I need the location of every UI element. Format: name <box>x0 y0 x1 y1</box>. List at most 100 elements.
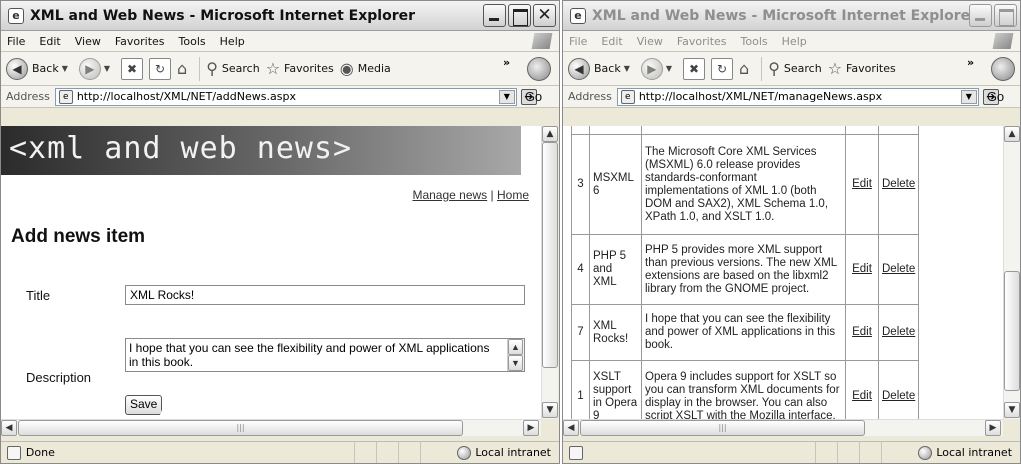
toolbar-extra-icon[interactable] <box>527 57 551 81</box>
scroll-right-icon[interactable]: ▶ <box>523 420 539 436</box>
textarea-scrollbar[interactable]: ▲ ▼ <box>507 339 524 371</box>
maximize-button[interactable] <box>994 4 1017 27</box>
menu-file[interactable]: File <box>7 35 25 48</box>
table-row: 3 MSXML 6 The Microsoft Core XML Service… <box>571 134 920 235</box>
toolbar-extra-icon[interactable] <box>991 57 1015 81</box>
forward-button[interactable]: ▶ ▼ <box>78 57 115 80</box>
scroll-thumb[interactable] <box>1004 271 1020 391</box>
description-label: Description <box>26 370 92 385</box>
edit-link[interactable]: Edit <box>852 326 872 338</box>
page-icon <box>569 445 583 460</box>
menu-favorites[interactable]: Favorites <box>677 35 727 48</box>
favorites-button[interactable]: ☆ Favorites <box>828 58 896 80</box>
scroll-down-icon[interactable]: ▼ <box>508 355 523 371</box>
scroll-down-icon[interactable]: ▼ <box>542 402 558 418</box>
media-button[interactable]: ◉ Media <box>340 58 391 80</box>
menu-view[interactable]: View <box>75 35 101 48</box>
delete-link[interactable]: Delete <box>882 263 915 275</box>
refresh-icon[interactable]: ↻ <box>149 57 172 80</box>
forward-arrow-icon: ▶ <box>640 57 663 80</box>
site-banner: <xml and web news> <box>1 126 521 175</box>
edit-link[interactable]: Edit <box>852 178 872 190</box>
chevron-down-icon[interactable]: ▼ <box>498 89 515 104</box>
toolbar-overflow-chevron[interactable]: » <box>967 56 974 69</box>
security-zone: Local intranet <box>419 442 559 463</box>
stop-icon[interactable]: ✖ <box>121 57 144 80</box>
menu-view[interactable]: View <box>637 35 663 48</box>
table-row: 4 PHP 5 and XML PHP 5 provides more XML … <box>571 234 920 305</box>
search-button[interactable]: ⚲ Search <box>768 58 822 80</box>
title-bar: e XML and Web News - Microsoft Internet … <box>1 1 559 31</box>
h-scroll-thumb[interactable]: ||| <box>580 420 865 436</box>
edit-link[interactable]: Edit <box>852 263 872 275</box>
address-input[interactable]: e http://localhost/XML/NET/manageNews.as… <box>616 87 979 106</box>
scroll-down-icon[interactable]: ▼ <box>1004 402 1020 418</box>
forward-button[interactable]: ▶ ▼ <box>640 57 677 80</box>
h-scroll-thumb[interactable]: ||| <box>18 420 463 436</box>
menu-edit[interactable]: Edit <box>601 35 622 48</box>
star-icon: ☆ <box>827 58 843 78</box>
minimize-button[interactable] <box>969 4 992 27</box>
stop-icon[interactable]: ✖ <box>683 57 706 80</box>
menu-tools[interactable]: Tools <box>179 35 206 48</box>
home-icon[interactable]: ⌂ <box>177 58 187 80</box>
delete-link[interactable]: Delete <box>882 178 915 190</box>
address-input[interactable]: e http://localhost/XML/NET/addNews.aspx … <box>54 87 517 106</box>
mouse-pointer-icon <box>158 402 172 419</box>
delete-link[interactable]: Delete <box>882 326 915 338</box>
home-icon[interactable]: ⌂ <box>739 58 749 80</box>
menu-bar: File Edit View Favorites Tools Help <box>1 31 559 52</box>
scroll-up-icon[interactable]: ▲ <box>542 126 558 142</box>
menu-favorites[interactable]: Favorites <box>115 35 165 48</box>
chevron-down-icon[interactable]: ▼ <box>104 64 110 73</box>
vertical-scrollbar[interactable]: ▲ ▼ <box>541 126 558 419</box>
page-icon: e <box>620 89 635 104</box>
top-nav: Manage news | Home <box>412 188 529 202</box>
scroll-up-icon[interactable]: ▲ <box>508 339 523 355</box>
toolbar: ◀ Back ▼ ▶ ▼ ✖ ↻ ⌂ ⚲ Search ☆ Favorites … <box>563 52 1020 86</box>
scroll-right-icon[interactable]: ▶ <box>985 420 1001 436</box>
horizontal-scrollbar[interactable]: ◀ ||| ▶ <box>563 419 1003 436</box>
chevron-down-icon[interactable]: ▼ <box>960 89 977 104</box>
scroll-left-icon[interactable]: ◀ <box>1 420 17 436</box>
chevron-down-icon[interactable]: ▼ <box>624 64 630 73</box>
scroll-up-icon[interactable]: ▲ <box>1004 126 1020 142</box>
chevron-down-icon[interactable]: ▼ <box>666 64 672 73</box>
status-bar: Done Local intranet <box>1 441 559 463</box>
title-bar: e XML and Web News - Microsoft Internet … <box>563 1 1020 31</box>
minimize-button[interactable] <box>483 4 506 27</box>
page-heading: Add news item <box>11 226 146 247</box>
edit-link[interactable]: Edit <box>852 390 872 402</box>
forward-arrow-icon: ▶ <box>78 57 101 80</box>
menu-edit[interactable]: Edit <box>39 35 60 48</box>
delete-link[interactable]: Delete <box>882 390 915 402</box>
horizontal-scrollbar[interactable]: ◀ ||| ▶ <box>1 419 541 436</box>
ie-logo-icon: e <box>8 8 24 24</box>
description-textarea[interactable]: I hope that you can see the flexibility … <box>125 338 525 372</box>
title-input[interactable]: XML Rocks! <box>125 285 525 305</box>
scroll-thumb[interactable] <box>542 142 558 368</box>
close-button[interactable]: ✕ <box>533 4 556 27</box>
chevron-down-icon[interactable]: ▼ <box>62 64 68 73</box>
page-viewport: <xml and web news> Manage news | Home Ad… <box>1 126 541 419</box>
menu-file[interactable]: File <box>569 35 587 48</box>
home-link[interactable]: Home <box>497 188 529 202</box>
vertical-scrollbar[interactable]: ▲ ▼ <box>1003 126 1020 419</box>
menu-help[interactable]: Help <box>782 35 807 48</box>
toolbar-overflow-chevron[interactable]: » <box>503 56 510 69</box>
media-icon: ◉ <box>339 58 354 78</box>
back-button[interactable]: ◀ Back ▼ <box>568 57 635 80</box>
maximize-button[interactable] <box>508 4 531 27</box>
back-button[interactable]: ◀ Back ▼ <box>6 57 73 80</box>
manage-news-link[interactable]: Manage news <box>412 188 487 202</box>
save-button[interactable]: Save <box>125 395 163 415</box>
refresh-icon[interactable]: ↻ <box>711 57 734 80</box>
favorites-button[interactable]: ☆ Favorites <box>266 58 334 80</box>
menu-help[interactable]: Help <box>220 35 245 48</box>
scroll-left-icon[interactable]: ◀ <box>563 420 579 436</box>
go-button[interactable]: ➔ Go <box>982 88 1004 105</box>
menu-tools[interactable]: Tools <box>741 35 768 48</box>
go-button[interactable]: ➔ Go <box>520 88 542 105</box>
back-arrow-icon: ◀ <box>568 57 590 80</box>
search-button[interactable]: ⚲ Search <box>206 58 260 80</box>
